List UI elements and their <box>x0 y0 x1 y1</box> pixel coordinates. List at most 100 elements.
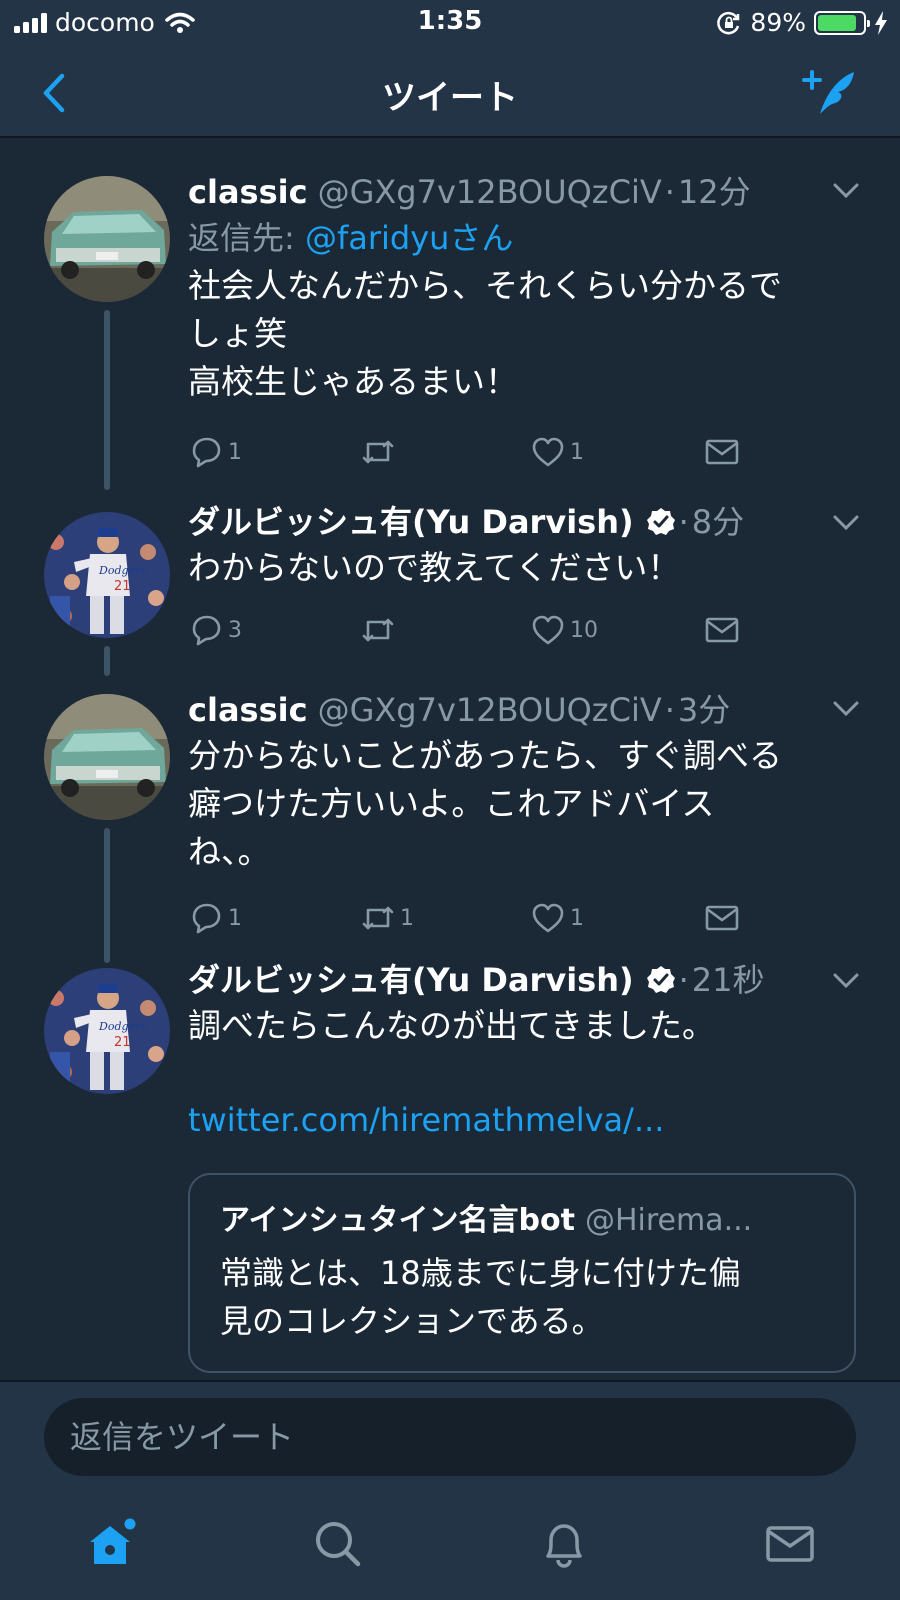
reply-input[interactable]: 返信をツイート <box>44 1398 856 1476</box>
tweet-text: 分からないことがあったら、すぐ調べる 癖つけた方いいよ。これアドバイス ね、。 <box>188 732 858 876</box>
user-handle[interactable]: @GXg7v12BOUQzCiV <box>318 688 662 732</box>
tweet[interactable]: Dodgers 21 ダルビッシュ有(Yu Darvish) · 8分 わからな… <box>0 500 900 676</box>
tweet-text-line: 分からないことがあったら、すぐ調べる <box>188 736 782 775</box>
svg-text:Dodgers: Dodgers <box>98 1020 146 1033</box>
separator-dot: · <box>664 173 675 211</box>
retweet-count: 1 <box>400 905 414 931</box>
heart-icon <box>532 437 564 467</box>
quoted-tweet-header: アインシュタイン名言bot @Hirema... <box>220 1199 824 1243</box>
quoted-text-line: 見のコレクションである。 <box>220 1302 604 1340</box>
home-icon[interactable] <box>86 1518 138 1570</box>
status-right: 89% <box>716 8 888 37</box>
mail-icon <box>705 905 739 931</box>
quoted-text-line: 常識とは、18歳までに身に付けた偏 <box>220 1254 741 1292</box>
tweet-text: 調べたらこんなのが出てきました。 <box>188 1002 858 1050</box>
tweet-text-line: わからないので教えてください！ <box>188 548 681 587</box>
retweet-button[interactable]: 1 <box>360 898 414 938</box>
heart-icon <box>532 903 564 933</box>
chevron-down-icon[interactable] <box>832 182 860 200</box>
reply-icon <box>192 903 221 934</box>
svg-text:21: 21 <box>114 1035 131 1050</box>
compose-tweet-icon[interactable] <box>800 64 860 118</box>
heart-icon <box>532 615 564 645</box>
page-title: ツイート <box>382 78 518 118</box>
chevron-down-icon[interactable] <box>832 972 860 990</box>
reply-to-mention[interactable]: @faridyuさん <box>305 219 513 257</box>
reply-count: 1 <box>228 439 242 465</box>
notifications-icon[interactable] <box>538 1518 590 1570</box>
avatar[interactable] <box>44 176 170 302</box>
messages-icon[interactable] <box>764 1518 816 1570</box>
svg-text:Dodgers: Dodgers <box>98 564 146 577</box>
tweet-actions: 1 1 <box>188 432 768 472</box>
user-name[interactable]: classic <box>188 170 308 214</box>
tweet-header: ダルビッシュ有(Yu Darvish) · 21秒 <box>188 958 858 1002</box>
tweet-text: 社会人なんだから、それくらい分かるで しょ笑 高校生じゃあるまい！ <box>188 262 858 406</box>
charging-icon <box>875 10 887 35</box>
avatar[interactable]: Dodgers 21 <box>44 512 170 638</box>
thread-line <box>104 828 110 963</box>
quoted-user-name: アインシュタイン名言bot <box>220 1203 575 1238</box>
dm-share-button[interactable] <box>704 610 740 650</box>
retweet-icon <box>362 618 394 642</box>
status-bar: docomo 1:35 89% <box>0 0 900 46</box>
tweet[interactable]: classic @GXg7v12BOUQzCiV · 12分 返信先: @far… <box>0 170 900 490</box>
user-name[interactable]: ダルビッシュ有(Yu Darvish) <box>188 958 634 1002</box>
avatar[interactable] <box>44 694 170 820</box>
tweet-actions: 3 10 <box>188 610 768 650</box>
tweet-header: classic @GXg7v12BOUQzCiV · 3分 <box>188 688 858 732</box>
tab-bar <box>0 1490 900 1600</box>
tweet-time[interactable]: 21秒 <box>692 958 765 1002</box>
tweet-text-line: ね、。 <box>188 832 271 871</box>
battery-percent: 89% <box>750 8 806 37</box>
verified-badge-icon <box>646 508 675 535</box>
reply-to-label: 返信先: <box>188 219 305 257</box>
tweet-text-line: しょ笑 <box>188 314 287 353</box>
dm-share-button[interactable] <box>704 432 740 472</box>
reply-icon <box>192 437 221 468</box>
separator-dot: · <box>664 691 675 729</box>
quoted-tweet-text: 常識とは、18歳までに身に付けた偏 見のコレクションである。 <box>220 1249 824 1345</box>
tweet-link[interactable]: twitter.com/hiremathmelva/... <box>188 1096 858 1144</box>
tweet-text-line: 高校生じゃあるまい！ <box>188 362 518 401</box>
user-name[interactable]: ダルビッシュ有(Yu Darvish) <box>188 500 634 544</box>
tweet[interactable]: classic @GXg7v12BOUQzCiV · 3分 分からないことがあっ… <box>0 688 900 963</box>
like-button[interactable]: 1 <box>530 432 584 472</box>
reply-count: 3 <box>228 617 242 643</box>
tweet-body: classic @GXg7v12BOUQzCiV · 3分 分からないことがあっ… <box>188 688 858 876</box>
thread-line <box>104 310 110 490</box>
svg-text:21: 21 <box>114 579 131 594</box>
reply-button[interactable]: 1 <box>188 898 242 938</box>
like-count: 1 <box>570 439 584 465</box>
retweet-button[interactable] <box>360 610 400 650</box>
reply-count: 1 <box>228 905 242 931</box>
quoted-tweet-card[interactable]: アインシュタイン名言bot @Hirema... 常識とは、18歳までに身に付け… <box>188 1173 856 1373</box>
chevron-down-icon[interactable] <box>832 514 860 532</box>
verified-badge-icon <box>646 966 675 993</box>
tweet-time[interactable]: 3分 <box>678 688 730 732</box>
like-count: 1 <box>570 905 584 931</box>
reply-button[interactable]: 1 <box>188 432 242 472</box>
tweet-body: ダルビッシュ有(Yu Darvish) · 21秒 調べたらこんなのが出てきまし… <box>188 958 858 1144</box>
avatar[interactable]: Dodgers 21 <box>44 968 170 1094</box>
dm-share-button[interactable] <box>704 898 740 938</box>
tweet-time[interactable]: 12分 <box>678 170 751 214</box>
reply-button[interactable]: 3 <box>188 610 242 650</box>
thread-line <box>104 646 110 676</box>
mail-icon <box>705 439 739 465</box>
retweet-button[interactable] <box>360 432 400 472</box>
user-handle[interactable]: @GXg7v12BOUQzCiV <box>318 170 662 214</box>
retweet-icon <box>362 440 394 464</box>
like-count: 10 <box>570 617 598 643</box>
user-name[interactable]: classic <box>188 688 308 732</box>
reply-composer: 返信をツイート <box>0 1380 900 1490</box>
battery-icon <box>814 10 870 35</box>
tweet-text-line: 癖つけた方いいよ。これアドバイス <box>188 784 715 823</box>
tweet-time[interactable]: 8分 <box>692 500 744 544</box>
search-icon[interactable] <box>312 1518 364 1570</box>
quoted-user-handle: @Hirema... <box>584 1203 753 1238</box>
chevron-down-icon[interactable] <box>832 700 860 718</box>
like-button[interactable]: 10 <box>530 610 598 650</box>
like-button[interactable]: 1 <box>530 898 584 938</box>
orientation-lock-icon <box>717 11 740 34</box>
